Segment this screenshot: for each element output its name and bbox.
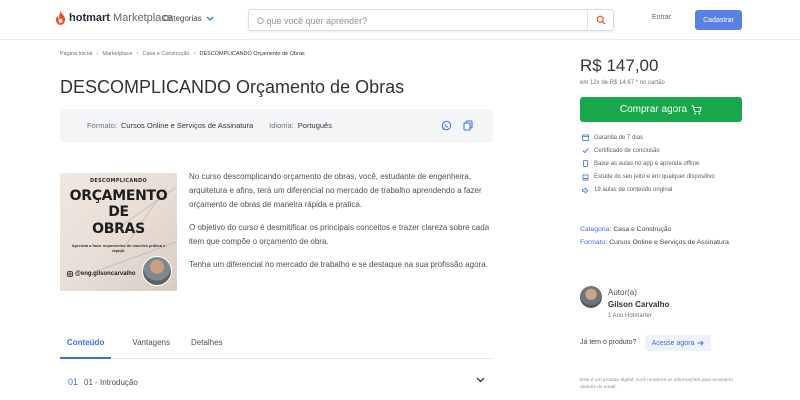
- instagram-icon: [67, 271, 73, 277]
- signup-button[interactable]: Cadastrar: [695, 10, 742, 30]
- feature-item: Estude do seu jeito e em qualquer dispos…: [582, 171, 715, 184]
- buy-now-button[interactable]: Comprar agora: [580, 97, 742, 122]
- features-list: Garantia de 7 dias Certificado de conclu…: [582, 131, 715, 197]
- cover-title-line-1: ORÇAMENTO: [69, 188, 168, 204]
- have-product-question: Já tem o produto?: [580, 339, 637, 346]
- course-description: No curso descomplicando orçamento de obr…: [189, 170, 495, 281]
- tab-conteudo[interactable]: Conteúdo: [60, 331, 112, 359]
- chevron-down-icon: [476, 377, 485, 383]
- feature-label: Garantia de 7 dias: [594, 134, 644, 141]
- language-value: Português: [297, 121, 332, 130]
- cart-icon: [691, 105, 702, 114]
- content-tabs: Conteúdo Vantagens Detalhes: [60, 331, 493, 359]
- meta-format-value: Cursos Online e Serviços de Assinatura: [609, 239, 729, 246]
- category-label: Categoria:: [580, 226, 612, 233]
- cover-subtitle: Aprenda a fazer orçamentos de maneira pr…: [71, 243, 166, 253]
- feature-item: 19 aulas de conteúdo original: [582, 184, 715, 197]
- category-value[interactable]: Casa e Construção: [613, 226, 671, 233]
- buy-now-label: Comprar agora: [619, 104, 688, 115]
- installments-text: em 12x de R$ 14,67 * no cartão: [580, 80, 665, 86]
- feature-label: Baixe as aulas no app e aprenda offline: [594, 160, 700, 167]
- search-icon: [596, 15, 605, 25]
- product-price: R$ 147,00: [580, 56, 659, 75]
- hotmart-logo[interactable]: hotmart Marketplace: [55, 11, 173, 25]
- author-photo: [142, 256, 172, 286]
- description-paragraph-2: O objetivo do curso é desmitificar os pr…: [189, 223, 490, 246]
- format-label: Formato:: [87, 121, 118, 130]
- feature-label: 19 aulas de conteúdo original: [594, 187, 673, 194]
- cover-handle: @eng.gilsoncarvalho: [75, 271, 136, 277]
- cover-title-line-3: OBRAS: [92, 221, 145, 237]
- module-title: 01 - Introdução: [84, 377, 138, 387]
- feature-item: Certificado de conclusão: [582, 144, 715, 157]
- breadcrumb-item-category[interactable]: Casa e Construção: [142, 51, 189, 57]
- laptop-icon: [582, 174, 589, 181]
- breadcrumb-separator-icon: ›: [193, 51, 196, 57]
- feature-label: Certificado de conclusão: [594, 147, 660, 154]
- tab-vantagens[interactable]: Vantagens: [132, 331, 170, 359]
- breadcrumb-item-current: DESCOMPLICANDO Orçamento de Obras: [199, 51, 305, 57]
- feature-item: Baixe as aulas no app e aprenda offline: [582, 157, 715, 170]
- author-label: Autor(a): [608, 288, 637, 297]
- description-paragraph-1: No curso descomplicando orçamento de obr…: [189, 172, 482, 209]
- feature-item: Garantia de 7 dias: [582, 131, 715, 144]
- search-input[interactable]: [257, 14, 577, 28]
- login-button[interactable]: Entrar: [652, 14, 671, 21]
- breadcrumb-item-marketplace[interactable]: Marketplace: [102, 51, 132, 57]
- whatsapp-share-icon[interactable]: [441, 120, 452, 131]
- language-label: Idioma:: [269, 121, 294, 130]
- calendar-icon: [582, 134, 589, 141]
- breadcrumb-separator-icon: ›: [96, 51, 99, 57]
- breadcrumb: Página inicial › Marketplace › Casa e Co…: [60, 51, 305, 57]
- flame-logo-icon: [55, 11, 66, 25]
- avatar[interactable]: [580, 286, 602, 308]
- cover-title-line-2: DE: [108, 204, 129, 220]
- page-title: DESCOMPLICANDO Orçamento de Obras: [60, 77, 405, 97]
- access-now-label: Acesse agora: [651, 339, 695, 347]
- description-paragraph-3: Tenha um diferencial no mercado de traba…: [189, 260, 488, 269]
- author-name[interactable]: Gilson Carvalho: [608, 300, 669, 309]
- top-header: hotmart Marketplace Categorias Entrar Ca…: [0, 0, 800, 40]
- breadcrumb-separator-icon: ›: [136, 51, 139, 57]
- checkmark-icon: [582, 148, 589, 154]
- module-accordion-row[interactable]: 01 01 - Introdução: [60, 367, 493, 397]
- speaker-icon: [582, 187, 588, 194]
- search-button[interactable]: [587, 10, 613, 30]
- feature-label: Estude do seu jeito e em qualquer dispos…: [594, 174, 715, 181]
- product-info-box: Formato: Cursos Online e Serviços de Ass…: [60, 109, 493, 142]
- format-value: Cursos Online e Serviços de Assinatura: [121, 121, 254, 130]
- categories-label: Categorias: [163, 14, 202, 23]
- chevron-down-icon: [206, 16, 214, 21]
- copy-link-icon[interactable]: [463, 120, 473, 131]
- digital-product-disclaimer: Este é um produto digital, você receberá…: [580, 378, 733, 390]
- course-cover-image: DESCOMPLICANDO ORÇAMENTO DE OBRAS Aprend…: [60, 173, 177, 291]
- arrow-right-icon: [697, 340, 705, 346]
- categories-dropdown[interactable]: Categorias: [163, 14, 214, 23]
- cover-top-text: DESCOMPLICANDO: [89, 178, 148, 184]
- breadcrumb-item-home[interactable]: Página inicial: [60, 51, 92, 57]
- search-bar: [248, 9, 614, 31]
- tab-detalhes[interactable]: Detalhes: [191, 331, 223, 359]
- mobile-phone-icon: [583, 160, 588, 168]
- meta-format-label: Formato:: [580, 239, 608, 246]
- module-number: 01: [68, 377, 79, 387]
- access-now-button[interactable]: Acesse agora: [645, 335, 711, 351]
- logo-brand: hotmart: [69, 12, 110, 24]
- product-meta: Categoria: Casa e Construção Formato: Cu…: [580, 223, 740, 249]
- author-since: 1 Ano Hotmarter: [608, 313, 652, 319]
